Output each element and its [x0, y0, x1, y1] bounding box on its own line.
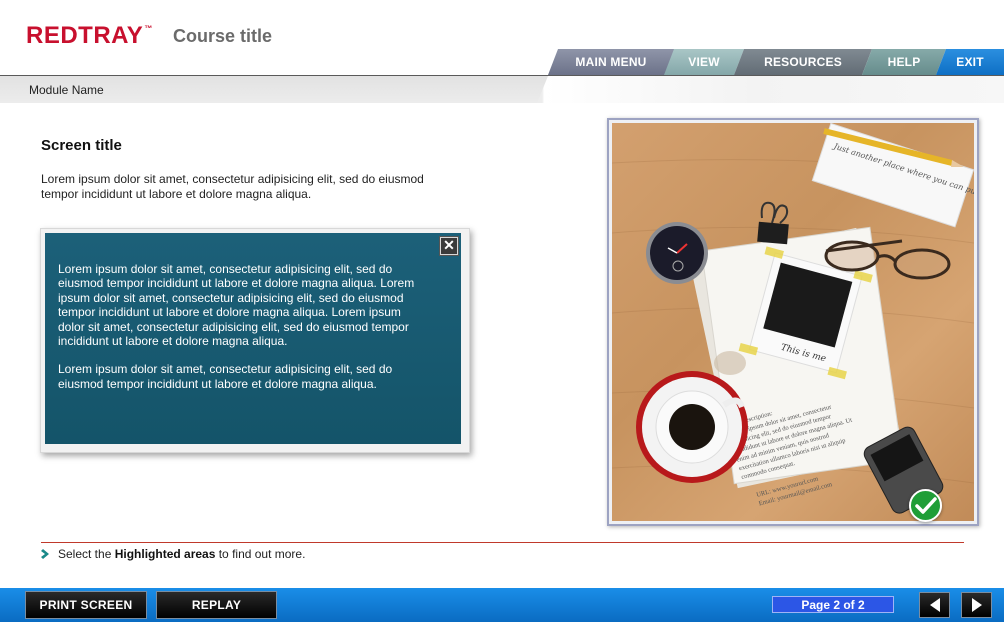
check-mark [914, 496, 937, 514]
view-button[interactable]: VIEW [664, 49, 744, 75]
page-indicator: Page 2 of 2 [772, 596, 894, 613]
exit-button[interactable]: EXIT [936, 49, 1004, 75]
previous-page-button[interactable] [919, 592, 950, 618]
replay-button[interactable]: REPLAY [156, 591, 277, 619]
desk-illustration: Your Description: Lorem ipsum dolor sit … [612, 123, 974, 514]
info-popup: ✕ Lorem ipsum dolor sit amet, consectetu… [40, 228, 470, 453]
logo-trademark: ™ [144, 24, 153, 33]
instruction-highlight: Highlighted areas [114, 547, 216, 561]
arrow-right-icon [971, 598, 982, 612]
desk-image-frame: Your Description: Lorem ipsum dolor sit … [607, 118, 979, 526]
coffee-cup-icon [636, 371, 748, 483]
chevron-right-icon [41, 549, 49, 559]
instruction-prefix: Select the [58, 547, 115, 561]
instruction-divider [41, 542, 964, 543]
check-icon[interactable] [909, 489, 942, 522]
intro-text: Lorem ipsum dolor sit amet, consectetur … [41, 172, 424, 201]
course-player: REDTRAY™ Course title MAIN MENU VIEW RES… [0, 0, 1004, 622]
resources-button[interactable]: RESOURCES [734, 49, 872, 75]
coffee-stain-icon [714, 351, 746, 375]
close-icon[interactable]: ✕ [439, 236, 459, 256]
desk-image: Your Description: Lorem ipsum dolor sit … [612, 123, 974, 521]
course-title: Course title [173, 26, 273, 46]
module-name: Module Name [29, 83, 104, 97]
instruction-suffix: to find out more. [215, 547, 306, 561]
binder-clip-icon [757, 201, 789, 245]
redtray-logo: REDTRAY™ [26, 22, 153, 50]
instruction-text: Select the Highlighted areas to find out… [58, 547, 305, 561]
logo-text: REDTRAY [26, 22, 144, 49]
print-screen-button[interactable]: PRINT SCREEN [25, 591, 147, 619]
screen-title: Screen title [41, 137, 122, 154]
arrow-left-icon [929, 598, 940, 612]
top-navigation: MAIN MENU VIEW RESOURCES HELP EXIT [548, 49, 1004, 75]
help-button[interactable]: HELP [862, 49, 946, 75]
popup-paragraph-2: Lorem ipsum dolor sit amet, consectetur … [58, 362, 393, 391]
popup-body: Lorem ipsum dolor sit amet, consectetur … [58, 262, 430, 391]
popup-panel: ✕ Lorem ipsum dolor sit amet, consectetu… [45, 233, 461, 444]
clock-icon [646, 222, 708, 284]
torn-note-icon: Just another place where you can put you… [811, 123, 974, 228]
next-page-button[interactable] [961, 592, 992, 618]
main-menu-button[interactable]: MAIN MENU [548, 49, 674, 75]
popup-paragraph-1: Lorem ipsum dolor sit amet, consectetur … [58, 262, 415, 349]
